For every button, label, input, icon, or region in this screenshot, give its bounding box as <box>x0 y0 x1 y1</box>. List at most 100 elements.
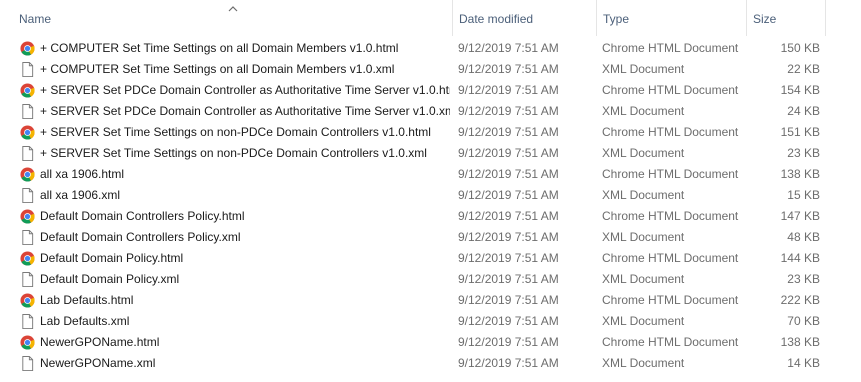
chrome-icon <box>20 251 35 266</box>
file-name: Default Domain Controllers Policy.html <box>40 209 245 223</box>
file-size: 147 KB <box>780 209 820 223</box>
file-date-modified: 9/12/2019 7:51 AM <box>458 356 559 370</box>
file-size: 144 KB <box>780 251 820 265</box>
file-type: XML Document <box>602 230 685 244</box>
file-type: Chrome HTML Document <box>602 167 739 181</box>
document-icon <box>20 62 35 77</box>
file-row[interactable]: + COMPUTER Set Time Settings on all Doma… <box>0 38 861 59</box>
file-size: 151 KB <box>780 125 820 139</box>
file-size: 70 KB <box>787 314 820 328</box>
document-icon <box>20 230 35 245</box>
file-type: Chrome HTML Document <box>602 335 739 349</box>
file-type: Chrome HTML Document <box>602 41 739 55</box>
file-size: 138 KB <box>780 167 820 181</box>
file-row[interactable]: + SERVER Set Time Settings on non-PDCe D… <box>0 143 861 164</box>
file-type: Chrome HTML Document <box>602 209 739 223</box>
file-name: + COMPUTER Set Time Settings on all Doma… <box>40 41 399 55</box>
chrome-icon <box>20 83 35 98</box>
file-row[interactable]: + SERVER Set Time Settings on non-PDCe D… <box>0 122 861 143</box>
file-size: 14 KB <box>787 356 820 370</box>
file-name: + SERVER Set PDCe Domain Controller as A… <box>40 83 450 97</box>
file-name: all xa 1906.html <box>40 167 125 181</box>
file-name: all xa 1906.xml <box>40 188 121 202</box>
document-icon <box>20 104 35 119</box>
file-row[interactable]: Lab Defaults.xml 9/12/2019 7:51 AM XML Doc… <box>0 311 861 332</box>
file-date-modified: 9/12/2019 7:51 AM <box>458 104 559 118</box>
column-header-name-label: Name <box>19 12 52 26</box>
column-header-size-label: Size <box>753 12 777 26</box>
sort-ascending-icon <box>228 6 238 12</box>
file-type: XML Document <box>602 62 685 76</box>
file-row[interactable]: + SERVER Set PDCe Domain Controller as A… <box>0 80 861 101</box>
column-header-date-modified[interactable]: Date modified <box>452 0 595 36</box>
file-size: 15 KB <box>787 188 820 202</box>
file-row[interactable]: Default Domain Controllers Policy.xml 9/1… <box>0 227 861 248</box>
file-name: + SERVER Set Time Settings on non-PDCe D… <box>40 146 427 160</box>
file-date-modified: 9/12/2019 7:51 AM <box>458 230 559 244</box>
file-row[interactable]: all xa 1906.html 9/12/2019 7:51 AM Chrome … <box>0 164 861 185</box>
file-name: + COMPUTER Set Time Settings on all Doma… <box>40 62 395 76</box>
file-list: + COMPUTER Set Time Settings on all Doma… <box>0 38 861 374</box>
file-name: Lab Defaults.xml <box>40 314 130 328</box>
file-size: 138 KB <box>780 335 820 349</box>
document-icon <box>20 146 35 161</box>
file-date-modified: 9/12/2019 7:51 AM <box>458 125 559 139</box>
file-row[interactable]: Default Domain Policy.html 9/12/2019 7:51… <box>0 248 861 269</box>
file-date-modified: 9/12/2019 7:51 AM <box>458 272 559 286</box>
column-header-date-label: Date modified <box>459 12 534 26</box>
file-date-modified: 9/12/2019 7:51 AM <box>458 314 559 328</box>
file-name: Default Domain Controllers Policy.xml <box>40 230 241 244</box>
file-row[interactable]: + COMPUTER Set Time Settings on all Doma… <box>0 59 861 80</box>
column-header-bar: Name Date modified Type Size <box>0 0 861 36</box>
document-icon <box>20 314 35 329</box>
file-date-modified: 9/12/2019 7:51 AM <box>458 293 559 307</box>
file-type: Chrome HTML Document <box>602 83 739 97</box>
file-size: 150 KB <box>780 41 820 55</box>
file-name: + SERVER Set Time Settings on non-PDCe D… <box>40 125 431 139</box>
file-name: NewerGPOName.html <box>40 335 160 349</box>
chrome-icon <box>20 167 35 182</box>
document-icon <box>20 272 35 287</box>
file-date-modified: 9/12/2019 7:51 AM <box>458 167 559 181</box>
file-size: 48 KB <box>787 230 820 244</box>
file-row[interactable]: Default Domain Policy.xml 9/12/2019 7:51 … <box>0 269 861 290</box>
file-row[interactable]: NewerGPOName.xml 9/12/2019 7:51 AM XML Doc… <box>0 353 861 374</box>
file-date-modified: 9/12/2019 7:51 AM <box>458 83 559 97</box>
file-row[interactable]: + SERVER Set PDCe Domain Controller as A… <box>0 101 861 122</box>
file-type: XML Document <box>602 272 685 286</box>
column-header-type[interactable]: Type <box>596 0 745 36</box>
file-date-modified: 9/12/2019 7:51 AM <box>458 62 559 76</box>
file-date-modified: 9/12/2019 7:51 AM <box>458 209 559 223</box>
file-type: XML Document <box>602 356 685 370</box>
chrome-icon <box>20 41 35 56</box>
file-type: XML Document <box>602 146 685 160</box>
column-header-size[interactable]: Size <box>746 0 826 36</box>
document-icon <box>20 188 35 203</box>
chrome-icon <box>20 335 35 350</box>
file-name: Lab Defaults.html <box>40 293 134 307</box>
document-icon <box>20 356 35 371</box>
file-size: 22 KB <box>787 62 820 76</box>
file-date-modified: 9/12/2019 7:51 AM <box>458 188 559 202</box>
chrome-icon <box>20 125 35 140</box>
column-header-type-label: Type <box>603 12 630 26</box>
file-size: 24 KB <box>787 104 820 118</box>
file-row[interactable]: Lab Defaults.html 9/12/2019 7:51 AM Chrome… <box>0 290 861 311</box>
file-type: XML Document <box>602 188 685 202</box>
file-row[interactable]: all xa 1906.xml 9/12/2019 7:51 AM XML Docu… <box>0 185 861 206</box>
file-size: 23 KB <box>787 146 820 160</box>
file-type: XML Document <box>602 104 685 118</box>
chrome-icon <box>20 293 35 308</box>
file-size: 23 KB <box>787 272 820 286</box>
file-name: Default Domain Policy.xml <box>40 272 180 286</box>
file-type: Chrome HTML Document <box>602 125 739 139</box>
file-name: NewerGPOName.xml <box>40 356 156 370</box>
file-type: XML Document <box>602 314 685 328</box>
file-date-modified: 9/12/2019 7:51 AM <box>458 41 559 55</box>
file-size: 154 KB <box>780 83 820 97</box>
file-name: Default Domain Policy.html <box>40 251 184 265</box>
file-type: Chrome HTML Document <box>602 251 739 265</box>
file-row[interactable]: Default Domain Controllers Policy.html 9/… <box>0 206 861 227</box>
file-row[interactable]: NewerGPOName.html 9/12/2019 7:51 AM Chrome… <box>0 332 861 353</box>
chrome-icon <box>20 209 35 224</box>
